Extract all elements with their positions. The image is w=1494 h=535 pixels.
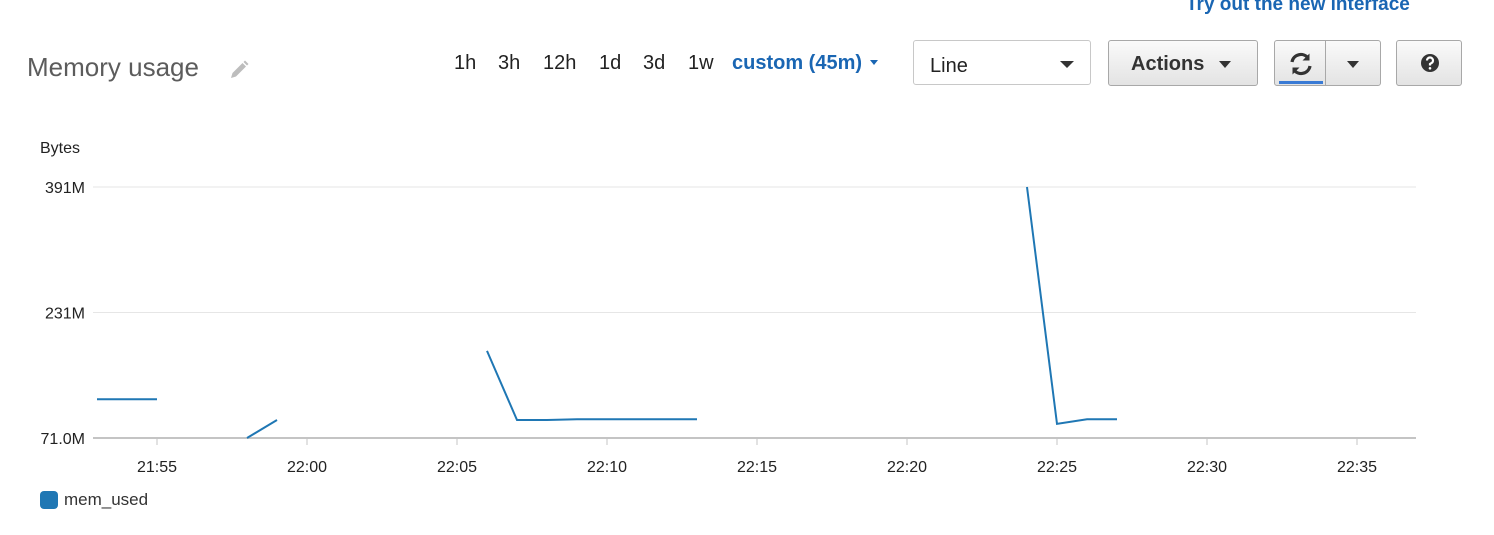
metric-widget: Try out the new interface Memory usage 1… — [0, 0, 1494, 535]
x-tick-label: 22:25 — [1037, 459, 1077, 476]
y-tick-label: 71.0M — [41, 431, 85, 448]
series-line-mem-used — [246, 419, 278, 439]
x-tick-label: 22:35 — [1337, 459, 1377, 476]
x-tick-label: 21:55 — [137, 459, 177, 476]
x-tick-label: 22:15 — [737, 459, 777, 476]
y-axis-label: Bytes — [40, 140, 80, 157]
x-tick-label: 22:30 — [1187, 459, 1227, 476]
x-tick-label: 22:10 — [587, 459, 627, 476]
series-line-mem-used — [486, 350, 697, 421]
x-tick-label: 22:00 — [287, 459, 327, 476]
y-tick-label: 231M — [45, 306, 85, 323]
x-tick-label: 22:20 — [887, 459, 927, 476]
x-tick-label: 22:05 — [437, 459, 477, 476]
memory-chart: Bytes 391M 231M 71.0M 21:55 22:00 22:05 22:10… — [40, 140, 1416, 476]
series-line-mem-used — [1026, 186, 1117, 426]
legend-label[interactable]: mem_used — [64, 490, 148, 510]
legend-swatch — [40, 491, 58, 509]
y-tick-label: 391M — [45, 180, 85, 197]
